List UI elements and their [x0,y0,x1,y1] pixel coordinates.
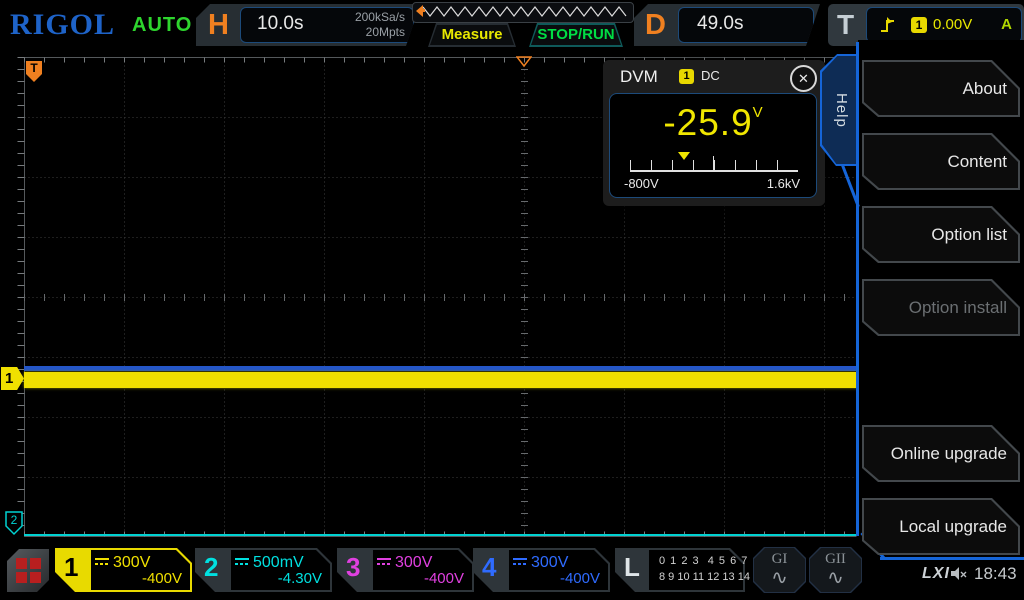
logic-analyzer-block[interactable]: L 0 1 2 3 4 5 6 7 8 9 10 11 12 13 14 15 [615,548,745,592]
clock: 18:43 [974,564,1017,584]
menu-grid-icon [16,572,27,583]
zigzag-waveform-icon [413,3,631,20]
tab-help[interactable]: Help [820,54,858,166]
dvm-scale-pointer [678,152,690,160]
digital-channels-row2: 8 9 10 11 12 13 14 15 [659,571,765,583]
channel-offset: -400V [142,570,182,587]
measure-button[interactable]: Measure [428,23,516,47]
menu-grid-icon [30,558,41,569]
menu-grid-icon [30,572,41,583]
channel-offset: -400V [560,570,600,587]
dvm-readout-box: -25.9V -800V 1.6kV [609,93,817,198]
trigger-label: T [837,4,854,46]
channel-number: 2 [204,552,218,583]
channel2-trace [24,534,856,536]
svg-text:2: 2 [11,513,18,527]
dc-coupling-icon [235,558,249,565]
logic-label: L [624,552,640,583]
dvm-channel-badge: 1 [679,69,694,84]
sample-rate-memdepth: 200kSa/s 20Mpts [355,10,405,40]
measure-button-label: Measure [428,23,516,47]
menu-grid-button[interactable] [7,549,49,592]
dvm-scale-max: 1.6kV [767,176,800,191]
trigger-source-badge: 1 [911,17,927,33]
waveform-overview-strip[interactable] [412,2,634,23]
channel-offset: -400V [424,570,464,587]
trigger-sweep-mode: A [1001,16,1012,33]
channel-number: 1 [64,552,78,583]
dvm-value-number: -25.9 [663,102,752,143]
trigger-edge-icon [879,16,897,34]
sample-rate: 200kSa/s [355,10,405,25]
dvm-mode-label: DC [701,68,720,83]
speaker-muted-icon[interactable] [950,566,968,582]
stop-run-button[interactable]: STOP/RUN [529,23,623,47]
menu-item-content[interactable]: Content [862,133,1020,190]
horizontal-label: H [208,4,229,46]
dc-coupling-icon [377,558,391,565]
acquisition-mode-label: AUTO [132,14,192,37]
menu-item-label: Option list [862,206,1020,263]
channel-number: 3 [346,552,360,583]
sine-icon: ∿ [753,565,806,590]
channel1-trace [24,372,858,388]
menu-item-option-list[interactable]: Option list [862,206,1020,263]
digital-channels-row1: 0 1 2 3 4 5 6 7 [659,555,748,567]
generator1-button[interactable]: GI ∿ [753,547,806,593]
channel3-status-block[interactable]: 3 300V -400V [337,548,474,592]
menu-item-local-upgrade[interactable]: Local upgrade [862,498,1020,555]
menu-item-label: About [862,60,1020,117]
dvm-panel: DVM 1 DC ✕ -25.9V -800V 1.6kV [603,60,825,206]
menu-item-label: Content [862,133,1020,190]
dc-coupling-icon [95,558,109,565]
menu-item-about[interactable]: About [862,60,1020,117]
close-icon[interactable]: ✕ [790,65,817,92]
channel4-trace [24,366,858,371]
menu-item-label: Online upgrade [862,425,1020,482]
menu-grid-icon [16,558,27,569]
timebase-value: 10.0s [257,13,303,35]
channel2-level-marker[interactable]: 2 [5,511,25,537]
dvm-value: -25.9V [610,102,816,144]
dvm-scale-min: -800V [624,176,659,191]
dvm-scale-bar [630,160,798,172]
horizontal-inner-box: 10.0s 200kSa/s 20Mpts [240,7,414,43]
channel2-status-block[interactable]: 2 500mV -4.30V [195,548,332,592]
stop-run-button-label: STOP/RUN [529,23,623,47]
dvm-scale-center-tick [713,156,714,170]
delay-block[interactable]: D 49.0s [634,4,820,46]
delay-inner-box: 49.0s [678,7,814,43]
trigger-position-marker[interactable] [516,56,532,68]
delay-label: D [645,4,666,46]
help-tab-label: Help [830,54,850,166]
menu-item-option-install[interactable]: Option install [862,279,1020,336]
menu-item-online-upgrade[interactable]: Online upgrade [862,425,1020,482]
horizontal-settings-block[interactable]: H 10.0s 200kSa/s 20Mpts [196,4,420,46]
channel-offset: -4.30V [278,570,322,587]
trigger-inner-box: 1 0.00V A [866,7,1022,43]
menu-item-label: Local upgrade [862,498,1020,555]
rigol-logo: RIGOL [10,8,115,42]
trigger-level-value: 0.00V [933,16,972,33]
menu-border-bottom [880,557,1024,560]
memory-depth: 20Mpts [355,25,405,40]
sine-icon: ∿ [809,565,862,590]
dc-coupling-icon [513,558,527,565]
lxi-status-label: LXI [922,565,950,583]
oscilloscope-screen: RIGOL AUTO H 10.0s 200kSa/s 20Mpts Measu… [0,0,1024,600]
dvm-title: DVM [620,67,658,87]
dvm-value-unit: V [753,104,763,121]
generator2-button[interactable]: GII ∿ [809,547,862,593]
channel4-status-block[interactable]: 4 300V -400V [473,548,610,592]
menu-item-label: Option install [862,279,1020,336]
delay-value: 49.0s [697,13,743,35]
channel1-status-block[interactable]: 1 300V -400V [55,548,192,592]
channel-number: 4 [482,552,496,583]
